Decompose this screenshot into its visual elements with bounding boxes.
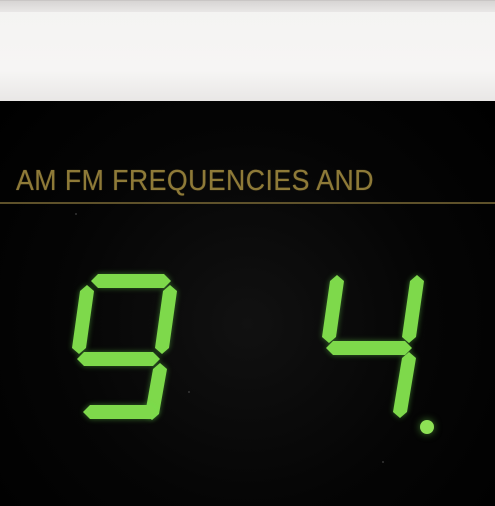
radio-display-photo: AM FM FREQUENCIES AND (0, 0, 495, 506)
digit-four-upper-left-segment (322, 275, 344, 343)
digit-four (322, 275, 424, 418)
digit-nine-middle-segment (77, 352, 160, 366)
decimal-point (420, 420, 434, 434)
top-panel-edge (0, 0, 495, 12)
dust-speck (382, 461, 384, 463)
digit-nine-upper-right-segment (155, 285, 177, 354)
dust-speck (188, 391, 190, 393)
frequency-digits (72, 274, 434, 434)
digit-nine (72, 274, 177, 420)
black-display-window: AM FM FREQUENCIES AND (0, 101, 495, 506)
dust-speck (75, 213, 77, 215)
top-white-panel (0, 0, 495, 101)
digit-four-middle-segment (326, 341, 412, 355)
digit-four-lower-right-segment (393, 352, 416, 418)
digit-nine-bottom-segment (83, 405, 158, 419)
digit-four-upper-right-segment (402, 275, 424, 343)
digit-nine-top-segment (91, 274, 171, 288)
digit-nine-upper-left-segment (72, 285, 94, 354)
